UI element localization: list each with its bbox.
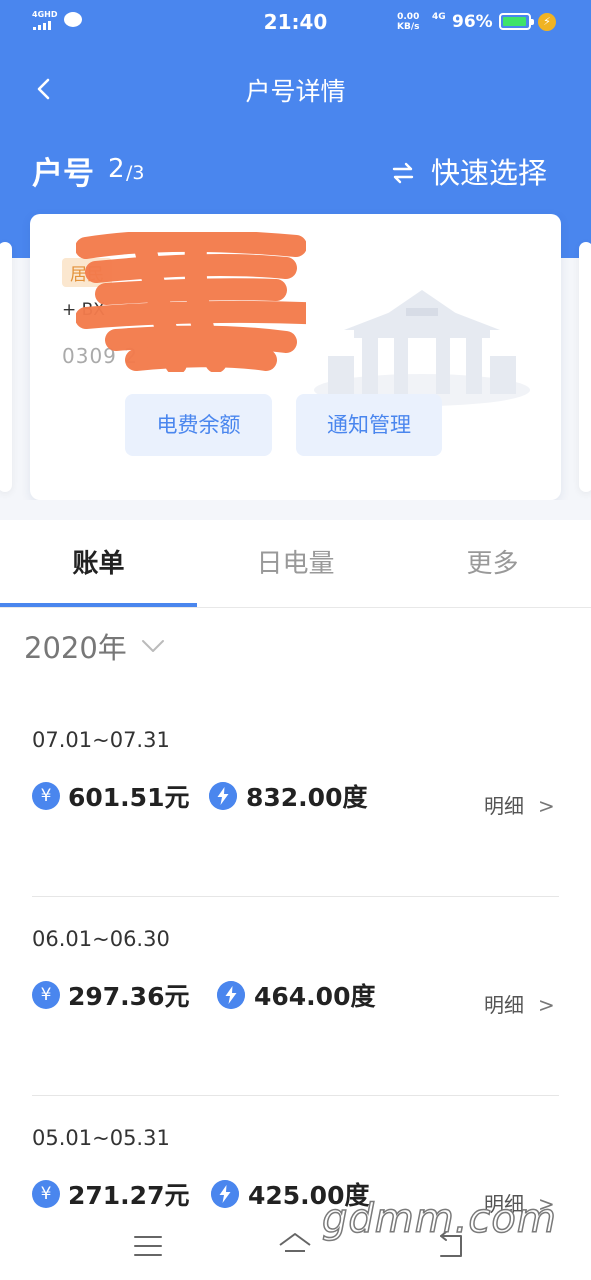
year-label: 2020年 <box>24 631 127 665</box>
account-current-index: 2 <box>108 154 125 184</box>
tab-daily-usage[interactable]: 日电量 <box>197 520 394 608</box>
page-title: 户号详情 <box>245 77 346 106</box>
net-type-label: 4G <box>432 12 446 22</box>
swap-arrows-icon[interactable] <box>390 160 416 186</box>
account-total: /3 <box>126 162 145 184</box>
chevron-down-icon <box>142 640 164 652</box>
network-speed: 0.00 KB/s <box>397 12 419 32</box>
bill-amount: 601.51元 <box>68 783 190 812</box>
tab-indicator <box>0 603 197 607</box>
bill-detail-link[interactable]: 明细 > <box>484 790 555 819</box>
year-selector[interactable]: 2020年 <box>24 625 164 665</box>
status-bar: 4GHD 21:40 0.00 KB/s 4G 96% ⚡ <box>0 0 591 46</box>
yen-icon: ¥ <box>32 1180 60 1208</box>
tab-bill[interactable]: 账单 <box>0 520 197 608</box>
bill-period: 06.01~06.30 <box>32 927 170 951</box>
chevron-right-icon: > <box>538 794 555 818</box>
detail-label: 明细 <box>484 993 524 1017</box>
yen-icon: ¥ <box>32 981 60 1009</box>
next-account-card[interactable] <box>579 242 591 492</box>
bill-item[interactable]: 07.01~07.31 ¥ 601.51元 832.00度 明细 > <box>0 700 591 900</box>
account-label: 户号 <box>32 156 94 192</box>
quick-select-button[interactable]: 快速选择 <box>431 150 547 192</box>
watermark-text: gdmm.com <box>321 1195 557 1243</box>
prev-account-card[interactable] <box>0 242 12 492</box>
tab-more[interactable]: 更多 <box>394 520 591 608</box>
divider <box>32 896 559 897</box>
gate-illustration <box>314 290 530 406</box>
balance-button[interactable]: 电费余额 <box>125 394 272 456</box>
lightning-icon <box>209 782 237 810</box>
bill-amount: 271.27元 <box>68 1181 190 1210</box>
bill-usage: 832.00度 <box>246 783 368 812</box>
bill-detail-link[interactable]: 明细 > <box>484 989 555 1018</box>
bill-period: 07.01~07.31 <box>32 728 170 752</box>
lightning-icon <box>211 1180 239 1208</box>
detail-label: 明细 <box>484 794 524 818</box>
account-card[interactable]: 居民 + BX 0309 2 电费余额 通知管理 <box>30 214 561 500</box>
bill-item[interactable]: 06.01~06.30 ¥ 297.36元 464.00度 明细 > <box>0 899 591 1099</box>
battery-percent: 96% <box>452 12 493 32</box>
redaction-scribble <box>76 232 306 372</box>
tab-bar: 账单 日电量 更多 <box>0 520 591 608</box>
yen-icon: ¥ <box>32 782 60 810</box>
notify-settings-button[interactable]: 通知管理 <box>296 394 442 456</box>
menu-icon[interactable] <box>130 1228 166 1264</box>
speed-unit: KB/s <box>397 22 420 32</box>
section-separator <box>0 500 591 520</box>
speed-value: 0.00 <box>397 12 420 22</box>
divider <box>32 1095 559 1096</box>
battery-icon <box>499 13 534 30</box>
bill-usage: 464.00度 <box>254 982 376 1011</box>
lightning-icon <box>217 981 245 1009</box>
chevron-right-icon: > <box>538 993 555 1017</box>
home-icon[interactable] <box>277 1228 313 1264</box>
bill-period: 05.01~05.31 <box>32 1126 170 1150</box>
charging-icon: ⚡ <box>538 13 556 31</box>
bill-amount: 297.36元 <box>68 982 190 1011</box>
